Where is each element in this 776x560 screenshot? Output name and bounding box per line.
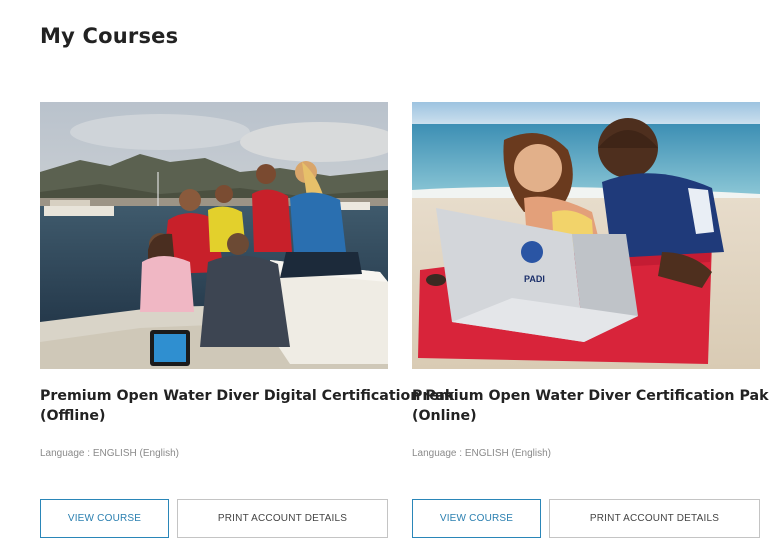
course-language: Language : ENGLISH (English) (40, 448, 179, 459)
course-title[interactable]: Premium Open Water Diver Certification P… (412, 386, 769, 426)
print-account-details-button[interactable]: PRINT ACCOUNT DETAILS (177, 499, 388, 538)
course-language: Language : ENGLISH (English) (412, 448, 551, 459)
course-image-beach[interactable]: PADI (412, 102, 760, 369)
page-title: My Courses (40, 24, 179, 48)
boat-photo (40, 102, 388, 369)
view-course-button[interactable]: VIEW COURSE (412, 499, 541, 538)
laptop-logo-text: PADI (524, 274, 545, 284)
beach-photo: PADI (412, 102, 760, 369)
print-account-details-button[interactable]: PRINT ACCOUNT DETAILS (549, 499, 760, 538)
course-actions: VIEW COURSE PRINT ACCOUNT DETAILS (412, 499, 760, 538)
course-actions: VIEW COURSE PRINT ACCOUNT DETAILS (40, 499, 388, 538)
course-title-line1: Premium Open Water Diver Certification P… (412, 388, 769, 404)
course-title-line2: (Online) (412, 408, 477, 424)
view-course-button[interactable]: VIEW COURSE (40, 499, 169, 538)
course-title-line1: Premium Open Water Diver Digital Certifi… (40, 388, 455, 404)
course-title-line2: (Offline) (40, 408, 106, 424)
course-title[interactable]: Premium Open Water Diver Digital Certifi… (40, 386, 455, 426)
course-card: Premium Open Water Diver Digital Certifi… (40, 102, 455, 538)
course-card: PADI Premium Open Water Diver Certificat… (412, 102, 769, 538)
course-image-boat[interactable] (40, 102, 388, 369)
